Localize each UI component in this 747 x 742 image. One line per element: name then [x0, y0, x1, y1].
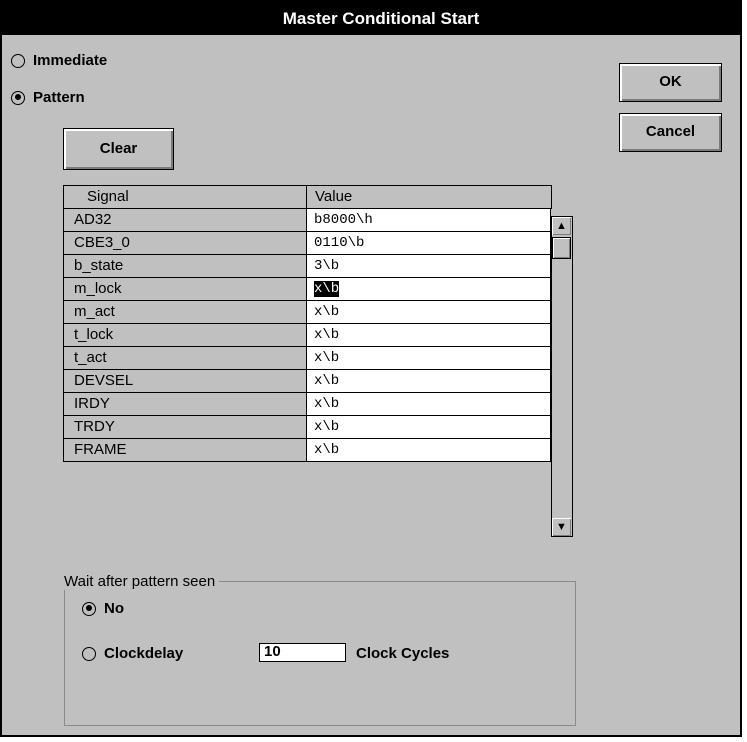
table-row[interactable]: FRAME x\b: [63, 439, 551, 462]
value-text: x\b: [314, 396, 340, 412]
value-cell[interactable]: 3\b: [306, 255, 551, 278]
signal-cell: CBE3_0: [63, 232, 306, 255]
value-cell[interactable]: x\b: [306, 439, 551, 462]
value-text: x\b: [314, 281, 340, 297]
arrow-down-icon[interactable]: ▼: [552, 518, 571, 536]
radio-pattern-label: Pattern: [33, 89, 85, 106]
radio-pattern-indicator[interactable]: [11, 90, 25, 105]
clock-cycles-label: Clock Cycles: [356, 645, 450, 662]
value-cell[interactable]: b8000\h: [306, 209, 551, 232]
value-cell[interactable]: x\b: [306, 370, 551, 393]
radio-clockdelay-label: Clockdelay: [104, 645, 184, 662]
value-text: b8000\h: [314, 212, 373, 228]
table-row[interactable]: DEVSEL x\b: [63, 370, 551, 393]
radio-immediate-label: Immediate: [33, 52, 108, 69]
cancel-button[interactable]: Cancel: [619, 113, 722, 152]
arrow-up-icon[interactable]: ▲: [552, 217, 571, 235]
clock-cycles-input[interactable]: 10: [259, 643, 346, 662]
radio-no-label: No: [104, 600, 124, 617]
signal-cell: t_lock: [63, 324, 306, 347]
value-text: 3\b: [314, 258, 340, 274]
clear-button[interactable]: Clear: [63, 128, 174, 170]
title-bar: Master Conditional Start: [2, 2, 740, 35]
table-row[interactable]: t_lock x\b: [63, 324, 551, 347]
header-value: Value: [306, 185, 552, 209]
header-signal: Signal: [63, 185, 308, 209]
value-cell[interactable]: x\b: [306, 347, 551, 370]
value-text: x\b: [314, 419, 340, 435]
signal-cell: b_state: [63, 255, 306, 278]
radio-clockdelay[interactable]: Clockdelay: [82, 645, 183, 662]
value-text: x\b: [314, 373, 340, 389]
value-text: 0110\b: [314, 235, 365, 251]
signal-table: Signal Value AD32 b8000\h CBE3_0 0110\b b_st…: [63, 185, 577, 537]
table-scrollbar[interactable]: ▲ ▼: [551, 216, 573, 537]
table-row[interactable]: b_state 3\b: [63, 255, 551, 278]
value-cell[interactable]: x\b: [306, 416, 551, 439]
signal-cell: m_act: [63, 301, 306, 324]
table-row[interactable]: m_act x\b: [63, 301, 551, 324]
signal-cell: t_act: [63, 347, 306, 370]
value-text: x\b: [314, 304, 340, 320]
ok-button[interactable]: OK: [619, 63, 722, 102]
table-row[interactable]: m_lock x\b: [63, 278, 551, 301]
value-text: x\b: [314, 327, 340, 343]
signal-cell: m_lock: [63, 278, 306, 301]
signal-cell: AD32: [63, 209, 306, 232]
value-cell[interactable]: x\b: [306, 301, 551, 324]
table-row[interactable]: CBE3_0 0110\b: [63, 232, 551, 255]
value-cell[interactable]: 0110\b: [306, 232, 551, 255]
value-cell[interactable]: x\b: [306, 324, 551, 347]
radio-no[interactable]: No: [82, 600, 124, 617]
dialog-title: Master Conditional Start: [282, 9, 480, 28]
value-text: x\b: [314, 442, 340, 458]
radio-no-indicator[interactable]: [82, 601, 96, 616]
master-conditional-start-dialog: Master Conditional Start Immediate Patte…: [0, 0, 742, 737]
signal-cell: DEVSEL: [63, 370, 306, 393]
value-cell[interactable]: x\b: [306, 393, 551, 416]
value-text: x\b: [314, 350, 340, 366]
table-row[interactable]: t_act x\b: [63, 347, 551, 370]
signal-cell: TRDY: [63, 416, 306, 439]
radio-clockdelay-indicator[interactable]: [82, 646, 96, 661]
table-row[interactable]: IRDY x\b: [63, 393, 551, 416]
radio-immediate[interactable]: Immediate: [11, 52, 107, 69]
clock-cycles-label-wrap: Clock Cycles: [356, 645, 449, 662]
table-row[interactable]: TRDY x\b: [63, 416, 551, 439]
scrollbar-thumb[interactable]: [552, 237, 571, 259]
table-row[interactable]: AD32 b8000\h: [63, 209, 551, 232]
wait-group-label: Wait after pattern seen: [64, 573, 220, 590]
radio-immediate-indicator[interactable]: [11, 53, 25, 68]
signal-cell: IRDY: [63, 393, 306, 416]
radio-pattern[interactable]: Pattern: [11, 89, 85, 106]
signal-cell: FRAME: [63, 439, 306, 462]
value-cell[interactable]: x\b: [306, 278, 551, 301]
